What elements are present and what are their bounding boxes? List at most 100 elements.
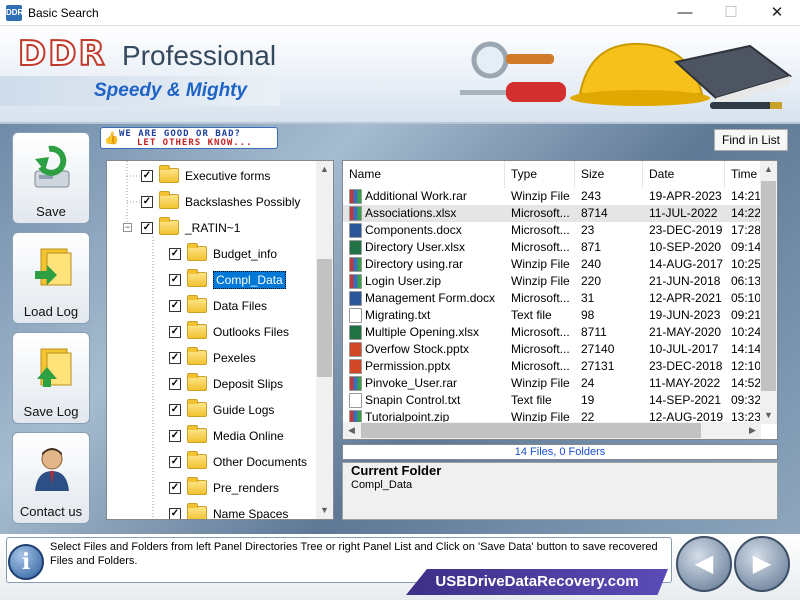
table-row[interactable]: Management Form.docx Microsoft... 31 12-APR…: [343, 290, 761, 307]
tree-item[interactable]: ✓ Outlooks Files: [107, 320, 317, 344]
tree-checkbox[interactable]: ✓: [169, 274, 181, 286]
scroll-down-arrow-icon[interactable]: ▼: [760, 407, 777, 424]
tree-item[interactable]: ✓ Compl_Data: [107, 268, 317, 292]
tree-vertical-scrollbar[interactable]: ▲ ▼: [316, 161, 333, 519]
column-header[interactable]: Type: [505, 161, 575, 188]
collapse-expander-icon[interactable]: −: [123, 223, 132, 232]
tree-checkbox[interactable]: ✓: [169, 300, 181, 312]
column-header[interactable]: Time: [725, 161, 765, 188]
cell-date: 23-DEC-2019: [649, 223, 723, 237]
tools-illustration-icon: [460, 41, 793, 109]
current-folder-heading: Current Folder: [351, 463, 442, 478]
close-button[interactable]: ✕: [754, 0, 800, 26]
cell-size: 871: [581, 240, 602, 254]
cell-size: 23: [581, 223, 595, 237]
table-row[interactable]: Directory User.xlsx Microsoft... 871 10-SEP…: [343, 239, 761, 256]
column-header[interactable]: Size: [575, 161, 643, 188]
sidebar-item-save[interactable]: Save: [12, 132, 90, 224]
logo-ddr: DDR: [17, 33, 107, 75]
table-row[interactable]: Overfow Stock.pptx Microsoft... 27140 10-JU…: [343, 341, 761, 358]
tree-checkbox[interactable]: ✓: [169, 404, 181, 416]
tree-checkbox[interactable]: ✓: [169, 482, 181, 494]
table-row[interactable]: Additional Work.rar Winzip File 243 19-APR-…: [343, 188, 761, 205]
tree-item[interactable]: ✓ Deposit Slips: [107, 372, 317, 396]
find-in-list-button[interactable]: Find in List: [714, 129, 788, 151]
table-row[interactable]: Directory using.rar Winzip File 240 14-AUG-…: [343, 256, 761, 273]
scroll-left-arrow-icon[interactable]: ◀: [343, 422, 360, 439]
website-link[interactable]: USBDriveDataRecovery.com: [406, 569, 668, 595]
folder-icon: [187, 451, 207, 469]
table-row[interactable]: Associations.xlsx Microsoft... 8714 11-JUL-…: [343, 205, 761, 222]
tree-checkbox[interactable]: ✓: [169, 352, 181, 364]
table-row[interactable]: Snapin Control.txt Text file 19 14-SEP-2021…: [343, 392, 761, 409]
sidebar-item-save-log[interactable]: Save Log: [12, 332, 90, 424]
list-vertical-scrollbar[interactable]: ▲ ▼: [760, 161, 777, 424]
back-button[interactable]: ◀: [676, 536, 732, 592]
tree-item[interactable]: ✓ Name Spaces: [107, 502, 317, 519]
tree-checkbox[interactable]: ✓: [169, 508, 181, 519]
tree-item[interactable]: ✓ Media Online: [107, 424, 317, 448]
table-row[interactable]: Pinvoke_User.rar Winzip File 24 11-MAY-2022…: [343, 375, 761, 392]
tree-item[interactable]: ✓ Backslashes Possibly: [107, 190, 317, 214]
text-file-icon: [349, 308, 362, 323]
file-list[interactable]: Name Type Size Date Time Additional Work.rar…: [342, 160, 778, 440]
pen-icon: [710, 102, 782, 109]
current-folder-value: Compl_Data: [351, 479, 413, 491]
scroll-up-arrow-icon[interactable]: ▲: [316, 161, 333, 178]
folder-icon: [187, 269, 207, 287]
tree-item[interactable]: ✓ Budget_info: [107, 242, 317, 266]
tree-checkbox[interactable]: ✓: [169, 326, 181, 338]
tree-checkbox[interactable]: ✓: [169, 378, 181, 390]
list-scroll-thumb[interactable]: [761, 181, 776, 391]
scroll-right-arrow-icon[interactable]: ▶: [744, 422, 761, 439]
tree-checkbox[interactable]: ✓: [169, 456, 181, 468]
list-hscroll-thumb[interactable]: [361, 423, 701, 438]
cell-size: 8711: [581, 325, 607, 339]
cell-date: 12-APR-2021: [649, 291, 722, 305]
tree-item[interactable]: ✓ Guide Logs: [107, 398, 317, 422]
folder-icon: [159, 191, 179, 209]
sidebar-item-contact-us[interactable]: Contact us: [12, 432, 90, 524]
folder-icon: [187, 321, 207, 339]
cell-size: 240: [581, 257, 602, 271]
minimize-button[interactable]: —: [662, 0, 708, 26]
cell-size: 24: [581, 376, 595, 390]
list-horizontal-scrollbar[interactable]: ◀ ▶: [343, 422, 761, 439]
cell-size: 8714: [581, 206, 608, 220]
sidebar-item-load-log[interactable]: Load Log: [12, 232, 90, 324]
cell-date: 11-MAY-2022: [649, 376, 721, 390]
table-row[interactable]: Permission.pptx Microsoft... 27131 23-DEC-2…: [343, 358, 761, 375]
next-button[interactable]: ▶: [734, 536, 790, 592]
tree-scroll-thumb[interactable]: [317, 259, 332, 377]
tree-item[interactable]: ✓ Data Files: [107, 294, 317, 318]
word-file-icon: [349, 223, 362, 238]
ppt-file-icon: [349, 359, 362, 374]
tree-checkbox[interactable]: ✓: [141, 170, 153, 182]
table-row[interactable]: Multiple Opening.xlsx Microsoft... 8711 21-…: [343, 324, 761, 341]
cell-name: Directory using.rar: [365, 257, 464, 271]
scroll-down-arrow-icon[interactable]: ▼: [316, 502, 333, 519]
column-header[interactable]: Name: [343, 161, 505, 188]
tree-item[interactable]: ✓ Pre_renders: [107, 476, 317, 500]
feedback-banner[interactable]: 👍 WE ARE GOOD OR BAD? LET OTHERS KNOW...: [100, 127, 278, 149]
save-log-icon: [37, 348, 72, 387]
tree-checkbox[interactable]: ✓: [169, 248, 181, 260]
cell-name: Associations.xlsx: [365, 206, 457, 220]
list-status: 14 Files, 0 Folders: [342, 444, 778, 460]
directory-tree[interactable]: ✓ Executive forms ✓ Backslashes Possibly − ✓ _…: [106, 160, 334, 520]
tree-item[interactable]: ✓ Other Documents: [107, 450, 317, 474]
scroll-up-arrow-icon[interactable]: ▲: [760, 161, 777, 178]
table-row[interactable]: Login User.zip Winzip File 220 21-JUN-2018 0…: [343, 273, 761, 290]
tree-item[interactable]: − ✓ _RATIN~1: [107, 216, 317, 240]
tree-item[interactable]: ✓ Pexeles: [107, 346, 317, 370]
tree-item[interactable]: ✓ Executive forms: [107, 164, 317, 188]
cell-type: Microsoft...: [511, 342, 570, 356]
table-row[interactable]: Migrating.txt Text file 98 19-JUN-2023 09:21: [343, 307, 761, 324]
column-header[interactable]: Date: [643, 161, 725, 188]
table-row[interactable]: Components.docx Microsoft... 23 23-DEC-2019…: [343, 222, 761, 239]
maximize-button[interactable]: ☐: [708, 0, 754, 26]
tree-checkbox[interactable]: ✓: [169, 430, 181, 442]
tree-checkbox[interactable]: ✓: [141, 196, 153, 208]
header-banner: DDR Professional Speedy & Mighty: [0, 26, 800, 124]
tree-checkbox[interactable]: ✓: [141, 222, 153, 234]
